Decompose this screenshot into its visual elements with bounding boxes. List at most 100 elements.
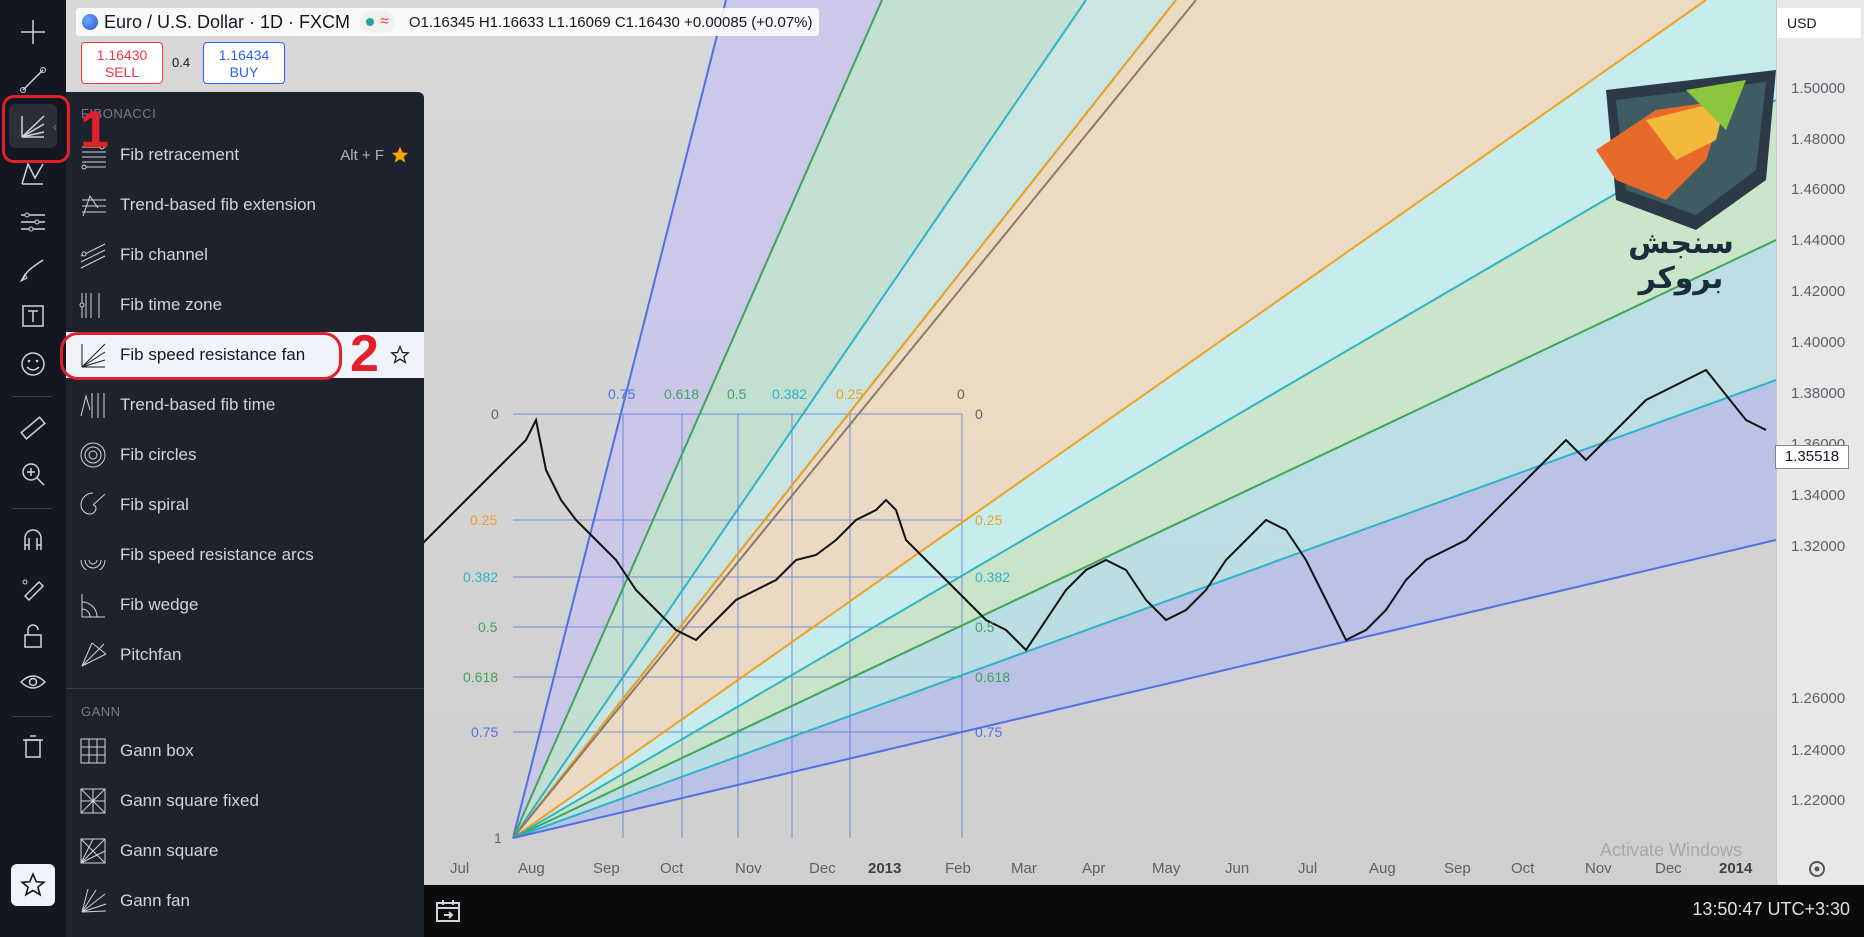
crosshair-tool-icon[interactable] <box>9 10 57 54</box>
symbol-header[interactable]: Euro / U.S. Dollar · 1D · FXCM ≈ O1.1634… <box>76 8 819 36</box>
time-tick-year: 2013 <box>868 860 902 877</box>
favorite-star-filled-icon[interactable] <box>390 145 410 165</box>
magnet-icon[interactable] <box>9 518 57 562</box>
time-tick: Mar <box>1011 860 1037 877</box>
fib-channel-icon <box>80 243 106 269</box>
price-tick: 1.32000 <box>1791 538 1846 555</box>
menu-item-label: Trend-based fib time <box>120 395 276 414</box>
fib-level-left-0: 0 <box>491 406 499 422</box>
favorite-star-outline-icon[interactable] <box>390 345 410 365</box>
fib-speed-resistance-arcs-icon <box>80 559 106 570</box>
ruler-tool-icon[interactable] <box>9 406 57 450</box>
market-open-dot-icon <box>366 18 375 26</box>
fib-spiral-icon <box>80 492 106 515</box>
currency-select[interactable]: USD <box>1777 8 1861 38</box>
fib-level-right-0618: 0.618 <box>975 669 1011 685</box>
buy-button[interactable]: 1.16434 BUY <box>203 42 285 84</box>
time-tick: Dec <box>809 860 836 877</box>
drawing-tools-dropdown: FIBONACCI Fib retracement Alt + F Trend-… <box>66 92 424 937</box>
price-tick: 1.22000 <box>1791 792 1846 809</box>
menu-item-label: Fib speed resistance arcs <box>120 545 314 564</box>
time-tick: Aug <box>518 860 545 877</box>
menu-item-fib-speed-resistance-arcs[interactable]: Fib speed resistance arcs <box>66 532 424 578</box>
current-price-label: 1.35518 <box>1775 445 1849 469</box>
fib-level-left-0618: 0.618 <box>463 669 499 685</box>
brush-tool-icon[interactable] <box>9 248 57 292</box>
menu-divider <box>66 688 424 689</box>
menu-item-gann-box[interactable]: Gann box <box>66 728 424 774</box>
fib-level-left-025: 0.25 <box>470 512 498 528</box>
trash-icon[interactable] <box>9 724 57 768</box>
bottom-bar: 13:50:47 UTC+3:30 <box>424 885 1864 937</box>
time-tick: Dec <box>1655 860 1682 877</box>
utc-clock[interactable]: 13:50:47 UTC+3:30 <box>1692 899 1850 920</box>
time-tick: Jul <box>450 860 470 877</box>
fib-top-0382: 0.382 <box>772 386 808 402</box>
gann-square-icon <box>80 838 106 864</box>
fib-level-left-075: 0.75 <box>471 724 499 740</box>
eye-icon[interactable] <box>9 660 57 704</box>
menu-item-fib-retracement[interactable]: Fib retracement Alt + F <box>66 132 424 178</box>
fib-top-025: 0.25 <box>836 386 864 402</box>
annotation-number-1: 1 <box>80 101 109 159</box>
sell-button[interactable]: 1.16430 SELL <box>81 42 163 84</box>
menu-item-label: Gann fan <box>120 891 190 910</box>
menu-item-fib-channel[interactable]: Fib channel <box>66 232 424 278</box>
emoji-tool-icon[interactable] <box>9 342 57 386</box>
menu-item-label: Fib retracement <box>120 145 240 164</box>
star-icon <box>20 872 46 897</box>
lock-icon[interactable] <box>9 614 57 658</box>
time-tick: Jun <box>1225 860 1250 877</box>
time-tick: Nov <box>735 860 762 877</box>
section-title-gann: GANN <box>81 704 121 719</box>
time-tick: Nov <box>1585 860 1612 877</box>
menu-item-gann-square[interactable]: Gann square <box>66 828 424 874</box>
settings-gear-icon[interactable] <box>1806 858 1828 880</box>
menu-item-shortcut: Alt + F <box>340 146 384 164</box>
price-tick: 1.38000 <box>1791 385 1846 402</box>
menu-item-pitchfan[interactable]: Pitchfan <box>66 632 424 678</box>
menu-item-fib-wedge[interactable]: Fib wedge <box>66 582 424 628</box>
menu-item-label: Trend-based fib extension <box>120 195 316 214</box>
windows-activation-watermark: Activate Windows <box>1600 840 1743 860</box>
annotation-highlight-2 <box>60 332 342 380</box>
menu-item-gann-square-fixed[interactable]: Gann square fixed <box>66 778 424 824</box>
spread-value: 0.4 <box>172 55 191 70</box>
price-tick: 1.40000 <box>1791 334 1846 351</box>
toolbar-divider <box>12 396 52 397</box>
price-tick: 1.34000 <box>1791 487 1846 504</box>
prediction-tool-icon[interactable] <box>9 200 57 244</box>
time-tick: Jul <box>1298 860 1318 877</box>
gann-fan-icon <box>81 888 107 913</box>
text-tool-icon[interactable] <box>9 294 57 338</box>
favorites-star-button[interactable] <box>11 864 55 906</box>
menu-item-trend-based-fib-extension[interactable]: Trend-based fib extension <box>66 182 424 228</box>
menu-item-label: Fib channel <box>120 245 208 264</box>
symbol-title[interactable]: Euro / U.S. Dollar · 1D · FXCM <box>104 12 350 33</box>
fib-time-zone-icon <box>79 293 100 318</box>
menu-item-label: Gann square fixed <box>120 791 259 810</box>
price-tick: 1.44000 <box>1791 232 1846 249</box>
menu-item-trend-based-fib-time[interactable]: Trend-based fib time <box>66 382 424 428</box>
menu-item-fib-time-zone[interactable]: Fib time zone <box>66 282 424 328</box>
menu-item-fib-spiral[interactable]: Fib spiral <box>66 482 424 528</box>
tradingview-app: سنجش بروکر 0 0.25 0.382 0.5 0.618 0.75 1… <box>0 0 1864 937</box>
zoom-in-icon[interactable] <box>9 452 57 496</box>
menu-item-label: Fib spiral <box>120 495 189 514</box>
fib-level-left-0382: 0.382 <box>463 569 499 585</box>
price-tick: 1.48000 <box>1791 131 1846 148</box>
price-tick: 1.24000 <box>1791 742 1846 759</box>
date-range-icon[interactable] <box>432 895 464 927</box>
fib-level-right-05: 0.5 <box>975 619 995 635</box>
menu-item-fib-circles[interactable]: Fib circles <box>66 432 424 478</box>
market-status[interactable]: ≈ <box>360 11 395 33</box>
fib-level-left-1: 1 <box>494 830 502 846</box>
time-tick: Feb <box>945 860 971 877</box>
menu-item-label: Fib circles <box>120 445 197 464</box>
price-axis[interactable]: 1.50000 1.48000 1.46000 1.44000 1.42000 … <box>1776 0 1864 885</box>
fib-level-right-0382: 0.382 <box>975 569 1011 585</box>
stay-in-drawing-mode-icon[interactable] <box>9 566 57 610</box>
wave-icon: ≈ <box>380 13 389 30</box>
menu-item-gann-fan[interactable]: Gann fan <box>66 878 424 924</box>
time-tick: May <box>1152 860 1181 877</box>
